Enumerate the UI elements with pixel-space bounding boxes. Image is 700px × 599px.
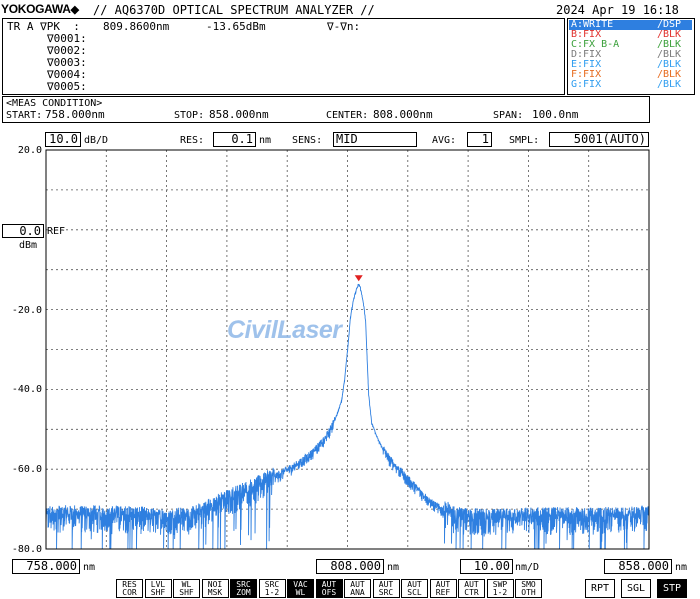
center-wavelength-unit: nm <box>387 562 400 573</box>
softkey-button[interactable]: LVL SHF <box>144 579 172 598</box>
softkey-button[interactable]: WL SHF <box>173 579 200 598</box>
softkey-button[interactable]: NOI MSK <box>201 579 229 598</box>
softkey-bottom-label: COR <box>122 588 137 597</box>
softkey-bottom-label: SCL <box>407 588 422 597</box>
softkey-button[interactable]: RES COR <box>116 579 143 598</box>
softkey-button[interactable]: AUT CTR <box>458 579 485 598</box>
softkey-bottom-label: OFS <box>321 588 337 597</box>
softkey-bottom-label: OTH <box>521 588 536 597</box>
wavelength-div-field[interactable]: 10.00 <box>460 559 513 574</box>
softkey-button[interactable]: AUT ANA <box>344 579 371 598</box>
softkey-bottom-label: 1-2 <box>492 588 508 597</box>
softkey-button[interactable]: SMO OTH <box>515 579 542 598</box>
stop-wavelength-unit: nm <box>675 562 688 573</box>
softkey-bottom-label: SHF <box>179 588 194 597</box>
softkey-bottom-label: SHF <box>150 588 166 597</box>
wavelength-div-unit: nm/D <box>515 562 540 573</box>
softkey-bottom-label: 1-2 <box>264 588 280 597</box>
softkey-bottom-label: ANA <box>350 588 365 597</box>
softkey-button[interactable]: AUT REF <box>429 579 457 598</box>
softkey-bottom-label: REF <box>435 588 451 597</box>
softkey-bottom-label: SRC <box>378 588 394 597</box>
softkey-button[interactable]: SRC ZOM <box>230 579 257 598</box>
watermark-logo: CivilLaser <box>227 316 342 344</box>
softkey-button[interactable]: AUT SRC <box>372 579 400 598</box>
spectrum-plot <box>45 149 650 550</box>
softkey-bottom-label: ZOM <box>236 588 251 597</box>
peak-marker-icon <box>354 275 363 282</box>
sweep-stp-button[interactable]: STP <box>657 579 687 598</box>
softkey-button[interactable]: AUT SCL <box>401 579 428 598</box>
softkey-button[interactable]: SRC 1-2 <box>258 579 286 598</box>
softkey-bottom-label: CTR <box>464 588 479 597</box>
start-wavelength-field[interactable]: 758.000 <box>12 559 80 574</box>
softkey-bottom-label: WL <box>295 588 306 597</box>
stop-wavelength-field[interactable]: 858.000 <box>604 559 672 574</box>
softkey-button[interactable]: VAC WL <box>287 579 314 598</box>
start-wavelength-unit: nm <box>83 562 96 573</box>
sweep-sgl-button[interactable]: SGL <box>621 579 651 598</box>
sweep-rpt-button[interactable]: RPT <box>585 579 615 598</box>
softkey-bottom-label: MSK <box>207 588 223 597</box>
softkey-button[interactable]: SWP 1-2 <box>486 579 514 598</box>
center-wavelength-field[interactable]: 808.000 <box>316 559 384 574</box>
softkey-button[interactable]: AUT OFS <box>315 579 343 598</box>
